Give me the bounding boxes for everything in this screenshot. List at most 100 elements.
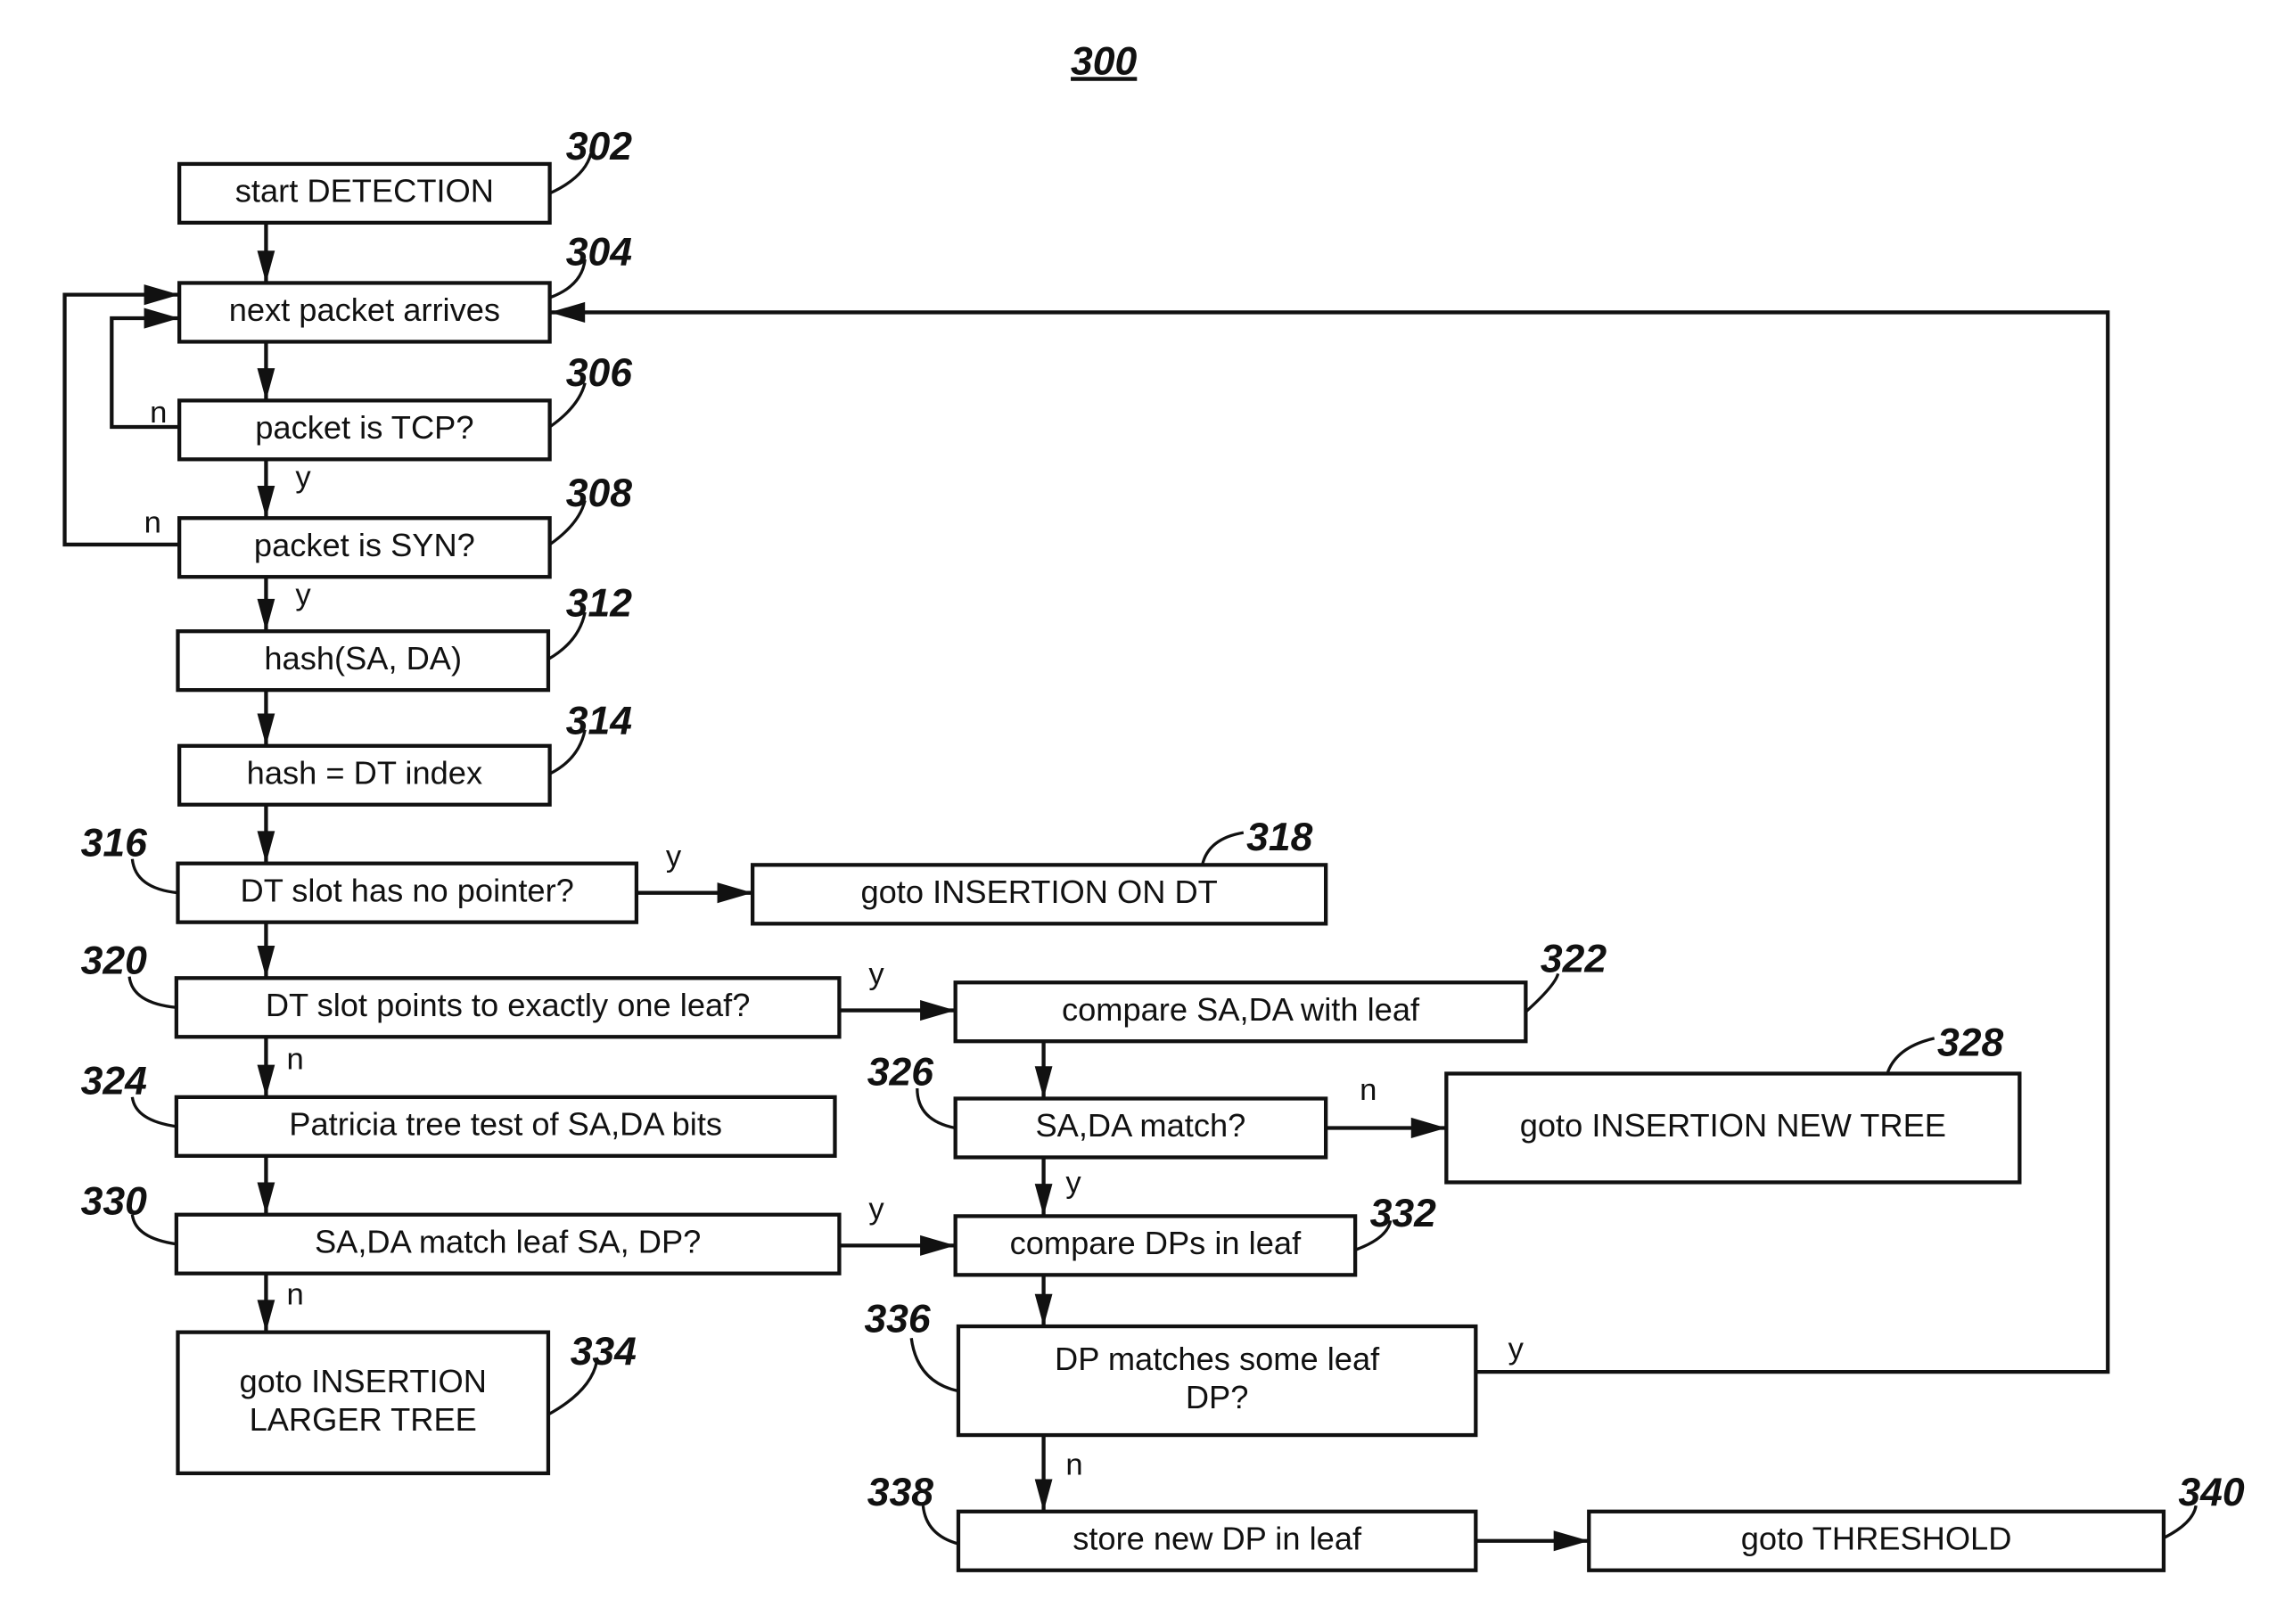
arrowhead-icon [257, 598, 275, 632]
leader-line [1886, 1037, 1935, 1075]
step-text: hash(SA, DA) [264, 640, 462, 677]
branch-no-336: n [1065, 1448, 1082, 1482]
step-316: DT slot has no pointer? 316 [81, 821, 639, 924]
reference-numeral: 312 [566, 582, 632, 626]
step-330: SA,DA match leaf SA, DP? 330 [81, 1180, 842, 1275]
step-304: next packet arrives 304 [177, 231, 632, 344]
step-text: SA,DA match? [1035, 1107, 1245, 1144]
step-text: start DETECTION [235, 172, 494, 209]
step-text: next packet arrives [229, 291, 500, 328]
edge-306-304 [110, 316, 180, 430]
arrowhead-icon [717, 882, 753, 904]
reference-numeral: 324 [81, 1060, 147, 1103]
step-340: goto THRESHOLD 340 [1587, 1471, 2245, 1572]
step-302: start DETECTION 302 [177, 125, 632, 226]
reference-numeral: 306 [566, 351, 632, 395]
reference-numeral: 318 [1246, 816, 1312, 859]
step-text: DP? [1186, 1379, 1249, 1415]
branch-no-326: n [1360, 1073, 1377, 1107]
step-text: compare DPs in leaf [1010, 1225, 1302, 1261]
arrowhead-icon [549, 301, 586, 323]
arrowhead-icon [144, 284, 180, 306]
step-308: packet is SYN? 308 [177, 472, 632, 579]
arrowhead-icon [257, 1182, 275, 1215]
arrowhead-icon [1034, 1479, 1053, 1512]
arrowhead-icon [920, 1234, 956, 1256]
reference-numeral: 336 [864, 1298, 930, 1341]
arrowhead-icon [257, 1064, 275, 1097]
step-318: goto INSERTION ON DT 318 [751, 816, 1328, 926]
arrowhead-icon [1034, 1184, 1053, 1217]
step-328: goto INSERTION NEW TREE 328 [1444, 1021, 2022, 1185]
reference-numeral: 302 [566, 125, 632, 168]
arrowhead-icon [144, 308, 180, 329]
step-306: packet is TCP? 306 [177, 351, 632, 462]
step-332: compare DPs in leaf 332 [953, 1192, 1436, 1277]
arrowhead-icon [257, 1300, 275, 1333]
step-text: compare SA,DA with leaf [1062, 991, 1420, 1028]
branch-yes-320: y [868, 957, 884, 991]
step-text: store new DP in leaf [1073, 1520, 1362, 1556]
arrowhead-icon [257, 946, 275, 979]
step-text: goto INSERTION ON DT [860, 874, 1217, 910]
reference-numeral: 326 [867, 1051, 933, 1095]
step-336: DP matches some leafDP? 336 [864, 1298, 1478, 1438]
reference-numeral: 340 [2178, 1471, 2244, 1514]
branch-no-320: n [287, 1043, 304, 1077]
reference-numeral: 332 [1370, 1192, 1436, 1235]
branch-yes-326: y [1065, 1166, 1081, 1200]
step-334: goto INSERTIONLARGER TREE 334 [176, 1330, 637, 1476]
step-text: LARGER TREE [250, 1401, 477, 1438]
reference-numeral: 316 [81, 821, 147, 865]
process-steps: start DETECTION 302 next packet arrives 304… [81, 125, 2245, 1572]
reference-numeral: 320 [81, 939, 147, 982]
arrowhead-icon [257, 250, 275, 283]
step-320: DT slot points to exactly one leaf? 320 [81, 939, 842, 1039]
leader-line [909, 1338, 959, 1393]
arrowhead-icon [1410, 1117, 1447, 1139]
step-314: hash = DT index 314 [177, 700, 632, 807]
branch-yes-306: y [295, 461, 311, 495]
step-text: goto INSERTION [239, 1363, 486, 1399]
step-text: DT slot points to exactly one leaf? [266, 987, 751, 1023]
branch-yes-330: y [868, 1193, 884, 1226]
arrowhead-icon [920, 1000, 956, 1021]
figure-number: 300 [1071, 39, 1137, 83]
reference-numeral: 330 [81, 1180, 147, 1224]
arrowhead-icon [257, 485, 275, 519]
branch-yes-316: y [666, 840, 682, 874]
step-text: packet is TCP? [255, 409, 473, 446]
step-text: goto THRESHOLD [1741, 1520, 2012, 1556]
reference-numeral: 338 [867, 1471, 933, 1514]
step-text: DT slot has no pointer? [241, 872, 574, 908]
branch-yes-308: y [295, 578, 311, 612]
step-text: Patricia tree test of SA,DA bits [289, 1105, 722, 1142]
branch-no-308: n [144, 506, 161, 540]
step-text: goto INSERTION NEW TREE [1520, 1107, 1946, 1144]
arrowhead-icon [1034, 1293, 1053, 1327]
leader-line [1201, 831, 1245, 865]
arrowhead-icon [1034, 1066, 1053, 1099]
reference-numeral: 304 [566, 231, 632, 275]
step-text: SA,DA match leaf SA, DP? [315, 1223, 701, 1259]
branch-no-306: n [150, 396, 167, 430]
branch-yes-336: y [1508, 1332, 1525, 1366]
reference-numeral: 334 [571, 1330, 637, 1374]
arrowhead-icon [257, 831, 275, 864]
step-326: SA,DA match? 326 [867, 1051, 1328, 1160]
reference-numeral: 328 [1937, 1021, 2003, 1065]
flowchart-300: 300 start DETECTION 302 next packet arrive… [62, 39, 2245, 1572]
arrowhead-icon [257, 368, 275, 401]
step-338: store new DP in leaf 338 [867, 1471, 1478, 1572]
reference-numeral: 314 [566, 700, 632, 743]
step-312: hash(SA, DA) 312 [176, 582, 632, 693]
step-322: compare SA,DA with leaf 322 [953, 938, 1607, 1044]
branch-no-330: n [287, 1277, 304, 1311]
step-text: DP matches some leaf [1055, 1341, 1380, 1377]
step-text: packet is SYN? [254, 527, 475, 563]
step-324: Patricia tree test of SA,DA bits 324 [81, 1060, 837, 1158]
step-text: hash = DT index [247, 754, 482, 791]
reference-numeral: 322 [1541, 938, 1607, 981]
reference-numeral: 308 [566, 472, 632, 515]
arrowhead-icon [257, 713, 275, 746]
